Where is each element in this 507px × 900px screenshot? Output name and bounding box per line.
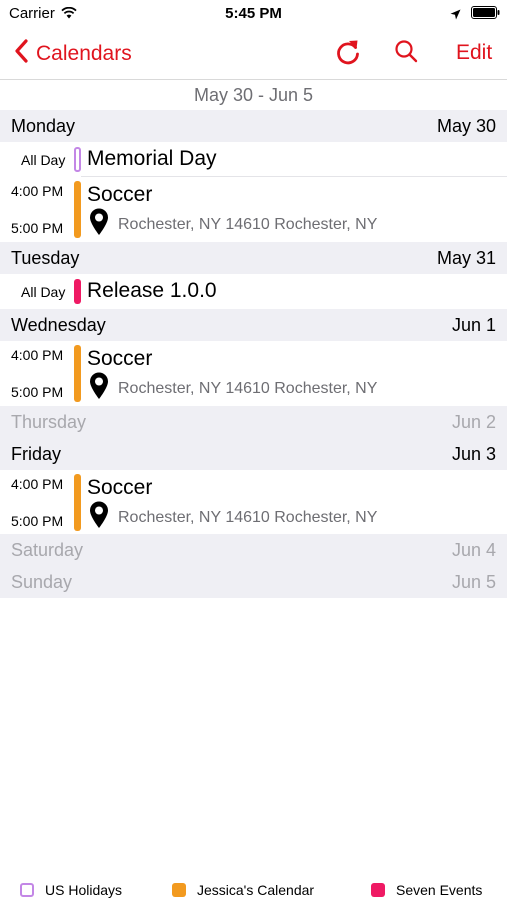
day-name: Saturday	[11, 540, 84, 560]
day-date: Jun 2	[451, 412, 496, 432]
calendar-color-bar	[74, 181, 81, 238]
day-date: Jun 5	[451, 572, 496, 592]
event-row-memorial-day[interactable]: All Day Memorial Day	[0, 142, 507, 177]
event-start-time: 4:00 PM	[11, 183, 64, 199]
refresh-button[interactable]	[334, 38, 362, 73]
day-date: Jun 3	[451, 444, 496, 464]
day-date: Jun 4	[451, 540, 496, 560]
event-title: Soccer	[87, 476, 153, 499]
legend-label: Seven Events	[396, 882, 483, 898]
day-header-thursday[interactable]: Thursday Jun 2	[0, 406, 507, 438]
refresh-icon	[334, 40, 362, 72]
day-date: Jun 1	[451, 315, 496, 335]
back-button-label: Calendars	[36, 42, 132, 65]
week-range-header: May 30 - Jun 5	[193, 85, 314, 105]
all-day-label: All Day	[21, 284, 66, 300]
event-end-time: 5:00 PM	[11, 384, 64, 400]
event-start-time: 4:00 PM	[11, 347, 64, 363]
status-time: 5:45 PM	[225, 5, 282, 22]
event-row-release[interactable]: All Day Release 1.0.0	[0, 274, 507, 309]
map-pin-icon	[89, 501, 109, 534]
legend-item-seven-events[interactable]: Seven Events	[371, 882, 482, 898]
event-title: Soccer	[87, 347, 153, 370]
battery-icon	[471, 6, 501, 24]
event-location: Rochester, NY 14610 Rochester, NY	[118, 216, 378, 233]
event-title: Soccer	[87, 183, 153, 206]
edit-button[interactable]: Edit	[456, 41, 492, 65]
location-arrow-icon	[450, 7, 461, 25]
day-header-monday[interactable]: Monday May 30	[0, 110, 507, 142]
map-pin-icon	[89, 208, 109, 241]
event-end-time: 5:00 PM	[11, 220, 64, 236]
event-start-time: 4:00 PM	[11, 476, 64, 492]
map-pin-icon	[89, 372, 109, 405]
event-location: Rochester, NY 14610 Rochester, NY	[118, 380, 378, 397]
event-title: Memorial Day	[87, 147, 217, 170]
day-name: Wednesday	[11, 315, 106, 335]
day-name: Thursday	[11, 412, 87, 432]
legend-item-us-holidays[interactable]: US Holidays	[20, 882, 122, 898]
back-button[interactable]: Calendars	[14, 39, 132, 69]
status-bar: Carrier 5:45 PM	[0, 0, 507, 28]
calendar-color-bar	[74, 474, 81, 531]
legend-swatch	[371, 883, 385, 897]
calendar-color-bar	[74, 345, 81, 402]
day-header-friday[interactable]: Friday Jun 3	[0, 438, 507, 470]
day-name: Tuesday	[11, 248, 80, 268]
calendar-color-bar	[74, 279, 81, 304]
calendar-color-bar	[74, 147, 81, 172]
navigation-bar: Calendars Edit	[0, 28, 507, 80]
legend-label: US Holidays	[45, 882, 123, 898]
day-name: Friday	[11, 444, 62, 464]
event-location: Rochester, NY 14610 Rochester, NY	[118, 509, 378, 526]
day-header-sunday[interactable]: Sunday Jun 5	[0, 566, 507, 598]
legend-label: Jessica's Calendar	[197, 882, 315, 898]
event-title: Release 1.0.0	[87, 279, 217, 302]
legend-item-jessicas-calendar[interactable]: Jessica's Calendar	[172, 882, 314, 898]
event-end-time: 5:00 PM	[11, 513, 64, 529]
day-name: Sunday	[11, 572, 73, 592]
calendar-legend: US Holidays Jessica's Calendar Seven Eve…	[0, 872, 507, 900]
event-row-soccer[interactable]: 4:00 PM 5:00 PM Soccer Rochester, NY 146…	[0, 177, 507, 242]
day-header-saturday[interactable]: Saturday Jun 4	[0, 534, 507, 566]
search-button[interactable]	[394, 39, 420, 70]
search-icon	[394, 40, 420, 69]
legend-swatch	[20, 883, 34, 897]
legend-swatch	[172, 883, 186, 897]
day-header-tuesday[interactable]: Tuesday May 31	[0, 242, 507, 274]
event-row-soccer[interactable]: 4:00 PM 5:00 PM Soccer Rochester, NY 146…	[0, 341, 507, 406]
day-date: May 30	[436, 116, 496, 136]
day-header-wednesday[interactable]: Wednesday Jun 1	[0, 309, 507, 341]
chevron-left-icon	[14, 39, 36, 69]
event-row-soccer[interactable]: 4:00 PM 5:00 PM Soccer Rochester, NY 146…	[0, 470, 507, 534]
all-day-label: All Day	[21, 152, 66, 168]
day-name: Monday	[11, 116, 76, 136]
day-date: May 31	[436, 248, 496, 268]
